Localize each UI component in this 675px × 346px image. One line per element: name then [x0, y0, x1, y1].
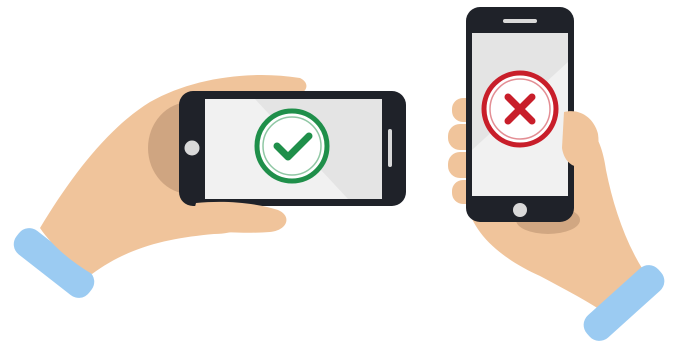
- cross-icon: [481, 70, 559, 148]
- right-example-portrait: [448, 7, 665, 341]
- left-hand-thumb: [190, 201, 287, 233]
- left-home-button: [184, 140, 200, 156]
- left-speaker-bar: [388, 129, 392, 167]
- left-example-landscape: [13, 75, 406, 298]
- right-home-button: [513, 203, 527, 217]
- checkmark-icon: [254, 108, 330, 184]
- phone-orientation-illustration: [13, 7, 665, 341]
- right-hand-thumb: [562, 111, 599, 168]
- right-speaker-bar: [503, 19, 537, 23]
